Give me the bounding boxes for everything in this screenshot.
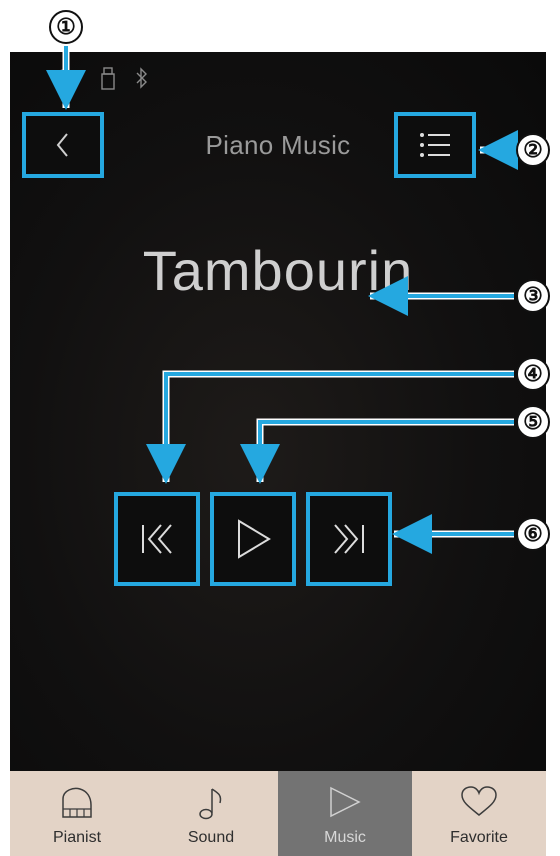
callout-1: ① [49, 10, 83, 44]
callout-5: ⑤ [516, 405, 550, 439]
callout-3: ③ [516, 279, 550, 313]
callout-4: ④ [516, 357, 550, 391]
callout-arrows [46, 46, 518, 554]
callout-2: ② [516, 133, 550, 167]
callout-arrow-5 [240, 420, 514, 484]
callout-6: ⑥ [516, 517, 550, 551]
